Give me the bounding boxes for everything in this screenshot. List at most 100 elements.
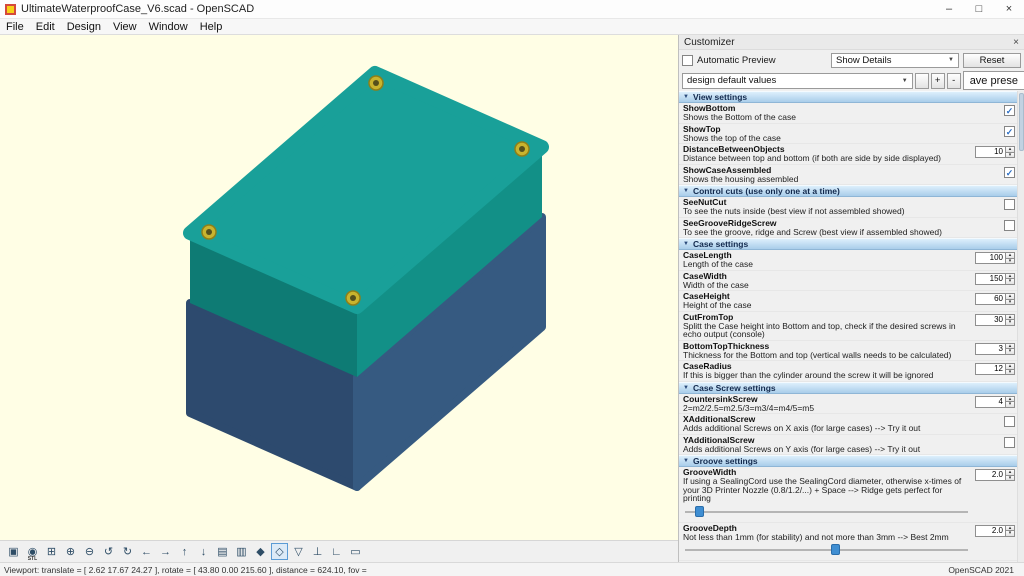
BottomTopThickness-spinbox[interactable]: 3▴▾ bbox=[975, 343, 1015, 355]
preset-dropdown[interactable]: design default values ▼ bbox=[682, 73, 913, 89]
spin-value[interactable]: 30 bbox=[975, 314, 1005, 326]
SeeNutCut-checkbox[interactable] bbox=[1004, 199, 1015, 210]
spin-down-button[interactable]: ▾ bbox=[1005, 300, 1015, 306]
CutFromTop-spinbox[interactable]: 30▴▾ bbox=[975, 314, 1015, 326]
menu-design[interactable]: Design bbox=[61, 21, 107, 33]
menu-edit[interactable]: Edit bbox=[30, 21, 61, 33]
spin-value[interactable]: 12 bbox=[975, 363, 1005, 375]
spin-value[interactable]: 3 bbox=[975, 343, 1005, 355]
export-stl-icon[interactable]: ◉STL bbox=[24, 543, 41, 560]
view-front-icon[interactable]: ▤ bbox=[214, 543, 231, 560]
slider-handle[interactable] bbox=[695, 506, 704, 517]
section-header-case-settings[interactable]: ▼Case settings bbox=[679, 238, 1024, 250]
show-details-dropdown[interactable]: Show Details ▼ bbox=[831, 53, 959, 68]
param-description: Distance between top and bottom (if both… bbox=[683, 154, 972, 163]
spin-down-button[interactable]: ▾ bbox=[1005, 402, 1015, 408]
orthogonal-icon[interactable]: ▽ bbox=[290, 543, 307, 560]
maximize-button[interactable]: □ bbox=[964, 0, 994, 18]
XAdditionalScrew-checkbox[interactable] bbox=[1004, 416, 1015, 427]
spin-down-button[interactable]: ▾ bbox=[1005, 349, 1015, 355]
spin-value[interactable]: 10 bbox=[975, 146, 1005, 158]
show-edges-icon[interactable]: ▭ bbox=[347, 543, 364, 560]
viewport-3d[interactable] bbox=[0, 35, 678, 540]
spin-value[interactable]: 2.0 bbox=[975, 525, 1005, 537]
menu-view[interactable]: View bbox=[107, 21, 143, 33]
DistanceBetweenObjects-spinbox[interactable]: 10▴▾ bbox=[975, 146, 1015, 158]
zoom-in-icon[interactable]: ⊕ bbox=[62, 543, 79, 560]
param-description: Thickness for the Bottom and top (vertic… bbox=[683, 351, 972, 360]
view-all-icon[interactable]: ▣ bbox=[5, 543, 22, 560]
GrooveDepth-spinbox[interactable]: 2.0▴▾ bbox=[975, 525, 1015, 537]
perspective-icon[interactable]: ◇ bbox=[271, 543, 288, 560]
ShowBottom-checkbox[interactable]: ✓ bbox=[1004, 105, 1015, 116]
param-CountersinkScrew: CountersinkScrew2=m2/2.5=m2.5/3=m3/4=m4/… bbox=[679, 394, 1024, 415]
spin-down-button[interactable]: ▾ bbox=[1005, 370, 1015, 376]
slider-track bbox=[685, 511, 968, 513]
reset-button[interactable]: Reset bbox=[963, 53, 1021, 68]
scrollbar-thumb[interactable] bbox=[1019, 93, 1024, 151]
spin-value[interactable]: 2.0 bbox=[975, 469, 1005, 481]
spin-down-button[interactable]: ▾ bbox=[1005, 531, 1015, 537]
param-description: Shows the housing assembled bbox=[683, 175, 972, 184]
CaseLength-spinbox[interactable]: 100▴▾ bbox=[975, 252, 1015, 264]
view-right-icon[interactable]: → bbox=[157, 543, 174, 560]
menu-file[interactable]: File bbox=[0, 21, 30, 33]
minimize-button[interactable]: – bbox=[934, 0, 964, 18]
CaseHeight-spinbox[interactable]: 60▴▾ bbox=[975, 293, 1015, 305]
section-header-view-settings[interactable]: ▼View settings bbox=[679, 91, 1024, 103]
menu-window[interactable]: Window bbox=[143, 21, 194, 33]
ShowTop-checkbox[interactable]: ✓ bbox=[1004, 126, 1015, 137]
section-header-control-cuts-use-only-one-at-a-time[interactable]: ▼Control cuts (use only one at a time) bbox=[679, 185, 1024, 197]
view-diagonal-icon[interactable]: ◆ bbox=[252, 543, 269, 560]
save-preset-button[interactable]: ave prese bbox=[963, 71, 1024, 90]
GrooveWidth-slider[interactable] bbox=[685, 505, 968, 518]
section-title: Control cuts (use only one at a time) bbox=[693, 186, 840, 196]
reset-view-icon[interactable]: ↺ bbox=[100, 543, 117, 560]
customizer-panel: Customizer × Automatic Preview Show Deta… bbox=[678, 35, 1024, 562]
spin-down-button[interactable]: ▾ bbox=[1005, 320, 1015, 326]
automatic-preview-checkbox[interactable] bbox=[682, 55, 693, 66]
zoom-out-icon[interactable]: ⊖ bbox=[81, 543, 98, 560]
spin-value[interactable]: 60 bbox=[975, 293, 1005, 305]
zoom-all-icon[interactable]: ⊞ bbox=[43, 543, 60, 560]
spin-value[interactable]: 100 bbox=[975, 252, 1005, 264]
param-YAdditionalScrew: YAdditionalScrewAdds additional Screws o… bbox=[679, 435, 1024, 456]
spin-down-button[interactable]: ▾ bbox=[1005, 153, 1015, 159]
view-left-icon[interactable]: ← bbox=[138, 543, 155, 560]
CaseRadius-spinbox[interactable]: 12▴▾ bbox=[975, 363, 1015, 375]
view-toolbar: ▣◉STL⊞⊕⊖↺↻←→↑↓▤▥◆◇▽⊥∟▭ bbox=[0, 540, 678, 562]
rotate-view-icon[interactable]: ↻ bbox=[119, 543, 136, 560]
CaseWidth-spinbox[interactable]: 150▴▾ bbox=[975, 273, 1015, 285]
GrooveWidth-spinbox[interactable]: 2.0▴▾ bbox=[975, 469, 1015, 481]
preset-extra-button[interactable] bbox=[915, 73, 929, 89]
GrooveDepth-slider[interactable] bbox=[685, 543, 968, 556]
stl-label: STL bbox=[25, 557, 40, 562]
spin-down-button[interactable]: ▾ bbox=[1005, 476, 1015, 482]
customizer-close-icon[interactable]: × bbox=[1013, 37, 1019, 48]
SeeGrooveRidgeScrew-checkbox[interactable] bbox=[1004, 220, 1015, 231]
title-bar: UltimateWaterproofCase_V6.scad - OpenSCA… bbox=[0, 0, 1024, 19]
section-header-case-screw-settings[interactable]: ▼Case Screw settings bbox=[679, 382, 1024, 394]
view-bottom-icon[interactable]: ↓ bbox=[195, 543, 212, 560]
menu-help[interactable]: Help bbox=[194, 21, 229, 33]
version-label: OpenSCAD 2021 bbox=[948, 565, 1020, 575]
ShowCaseAssembled-checkbox[interactable]: ✓ bbox=[1004, 167, 1015, 178]
slider-handle[interactable] bbox=[831, 544, 840, 555]
customizer-scrollbar[interactable] bbox=[1017, 91, 1024, 562]
section-header-groove-settings[interactable]: ▼Groove settings bbox=[679, 455, 1024, 467]
section-collapse-icon: ▼ bbox=[683, 385, 689, 391]
view-top-icon[interactable]: ↑ bbox=[176, 543, 193, 560]
spin-value[interactable]: 4 bbox=[975, 396, 1005, 408]
spin-down-button[interactable]: ▾ bbox=[1005, 259, 1015, 265]
CountersinkScrew-spinbox[interactable]: 4▴▾ bbox=[975, 396, 1015, 408]
remove-preset-button[interactable]: - bbox=[947, 73, 961, 89]
YAdditionalScrew-checkbox[interactable] bbox=[1004, 437, 1015, 448]
show-scale-icon[interactable]: ∟ bbox=[328, 543, 345, 560]
view-back-icon[interactable]: ▥ bbox=[233, 543, 250, 560]
close-button[interactable]: × bbox=[994, 0, 1024, 18]
show-axes-icon[interactable]: ⊥ bbox=[309, 543, 326, 560]
add-preset-button[interactable]: + bbox=[931, 73, 945, 89]
spin-down-button[interactable]: ▾ bbox=[1005, 279, 1015, 285]
spin-value[interactable]: 150 bbox=[975, 273, 1005, 285]
case-model-svg bbox=[0, 35, 678, 540]
